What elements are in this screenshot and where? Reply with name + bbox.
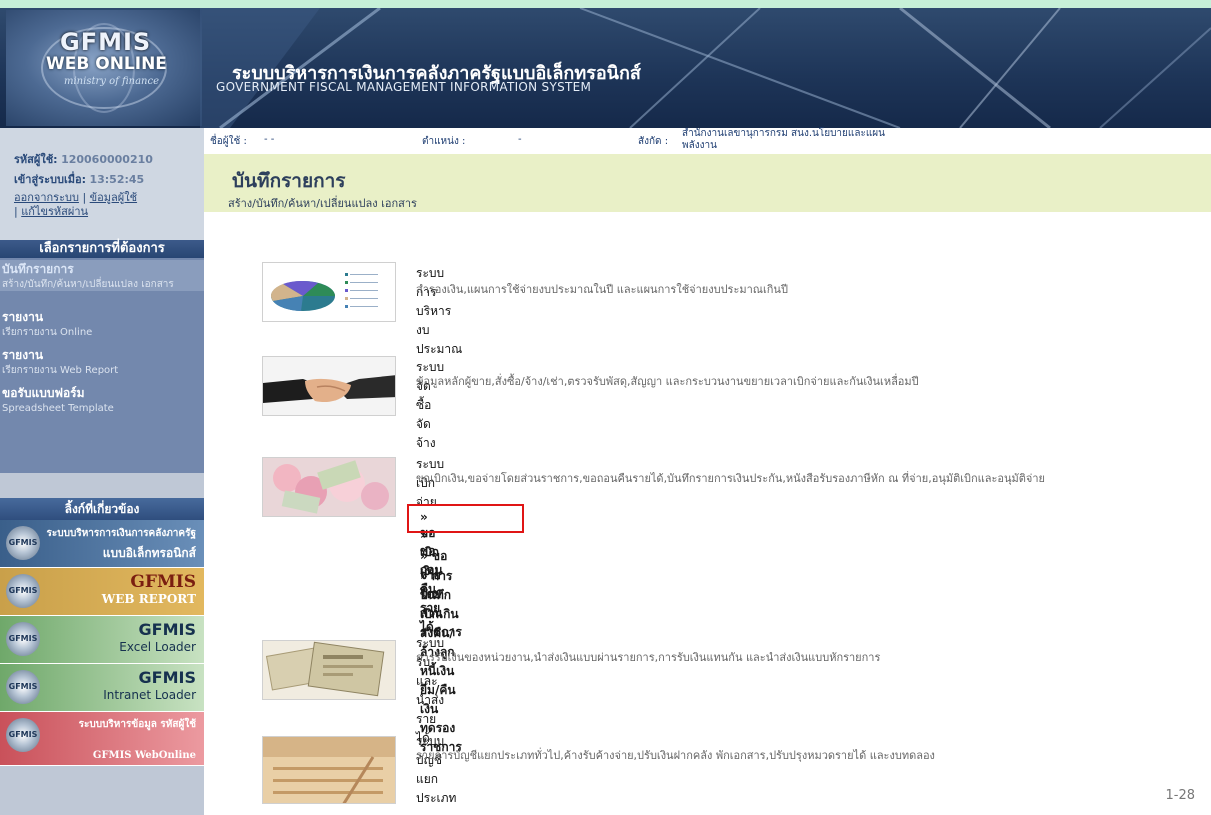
pie-chart-icon <box>263 263 395 321</box>
money-flowers-icon <box>263 458 395 516</box>
sidebar-item-sub: เรียกรายงาน Web Report <box>2 365 119 376</box>
user-id-label: รหัสผู้ใช้: <box>14 153 58 166</box>
sidebar-item-title: ขอรับแบบฟอร์ม <box>2 386 85 400</box>
gfmis-icon: GFMIS <box>6 670 40 704</box>
sidebar-item-sub: Spreadsheet Template <box>2 403 114 414</box>
banner-user-management[interactable]: GFMIS ระบบบริหารข้อมูล รหัสผู้ใช้ GFMIS … <box>0 712 204 766</box>
logo-webonline-text: WEB ONLINE <box>46 54 167 74</box>
banner-excel-loader[interactable]: GFMIS GFMIS Excel Loader <box>0 616 204 664</box>
position-value: - <box>518 134 522 145</box>
sidebar-item-web-report[interactable]: รายงาน เรียกรายงาน Web Report <box>0 346 204 377</box>
sidebar-item-sub: เรียกรายงาน Online <box>2 327 93 338</box>
module-description: การรับเงินของหน่วยงาน,นำส่งเงินแบบผ่านรา… <box>416 651 881 664</box>
user-profile-link[interactable]: ข้อมูลผู้ใช้ <box>90 191 137 204</box>
header-banner: GFMIS WEB ONLINE ministry of finance ระบ… <box>0 8 1211 128</box>
username-label: ชื่อผู้ใช้ : <box>210 136 247 147</box>
login-time-row: เข้าสู่ระบบเมื่อ: 13:52:45 <box>14 170 144 188</box>
banner-line1: ระบบบริหารการเงินการคลังภาครัฐ <box>46 528 196 539</box>
banknotes-image[interactable] <box>262 640 396 700</box>
department-value: สำนักงานเลขานุการกรม สนง.นโยบายและแผนพลั… <box>682 128 885 151</box>
change-password-link[interactable]: แก้ไขรหัสผ่าน <box>21 205 88 218</box>
banner-line2: Intranet Loader <box>103 688 196 702</box>
banner-intranet-loader[interactable]: GFMIS GFMIS Intranet Loader <box>0 664 204 712</box>
user-id-row: รหัสผู้ใช้: 120060000210 <box>14 150 153 168</box>
module-description: สำรองเงิน,แผนการใช้จ่ายงบประมาณในปี และแ… <box>416 283 788 296</box>
pie-chart-image[interactable] <box>262 262 396 322</box>
top-strip <box>0 0 1211 8</box>
logo-ministry-text: ministry of finance <box>64 76 160 87</box>
highlight-box <box>407 504 524 533</box>
sidebar-menu: บันทึกรายการ สร้าง/บันทึก/ค้นหา/เปลี่ยนแ… <box>0 258 204 473</box>
money-flowers-image[interactable] <box>262 457 396 517</box>
sidebar-item-title: รายงาน <box>2 310 44 324</box>
password-row: | แก้ไขรหัสผ่าน <box>14 202 88 220</box>
login-time-label: เข้าสู่ระบบเมื่อ: <box>14 173 86 186</box>
module-title[interactable]: ระบบจัดซื้อจัดจ้าง <box>416 358 444 453</box>
gfmis-icon: GFMIS <box>6 526 40 560</box>
sidebar-item-report-online[interactable]: รายงาน เรียกรายงาน Online <box>0 308 204 339</box>
user-info-panel: รหัสผู้ใช้: 120060000210 เข้าสู่ระบบเมื่… <box>0 128 204 240</box>
banner-line2: แบบอิเล็กทรอนิกส์ <box>102 546 196 560</box>
sidebar-item-title: บันทึกรายการ <box>2 262 74 276</box>
sidebar-item-record[interactable]: บันทึกรายการ สร้าง/บันทึก/ค้นหา/เปลี่ยนแ… <box>0 260 204 291</box>
system-title-english: GOVERNMENT FISCAL MANAGEMENT INFORMATION… <box>216 80 592 94</box>
page-number: 1-28 <box>1165 788 1195 803</box>
banner-line2: WEB REPORT <box>101 592 196 606</box>
banner-line1: GFMIS <box>130 572 196 592</box>
page-title: บันทึกรายการ <box>232 170 346 192</box>
module-description: รายการบัญชีแยกประเภททั่วไป,ค้างรับค้างจ่… <box>416 749 935 762</box>
banner-line1: GFMIS <box>138 668 196 687</box>
banner-line1: ระบบบริหารข้อมูล รหัสผู้ใช้ <box>78 719 196 730</box>
handshake-image[interactable] <box>262 356 396 416</box>
banner-line2: GFMIS WebOnline <box>92 750 196 761</box>
module-title[interactable]: ระบบบัญชีแยกประเภท <box>416 732 456 808</box>
gfmis-icon: GFMIS <box>6 574 40 608</box>
ledger-image[interactable] <box>262 736 396 804</box>
gfmis-icon: GFMIS <box>6 622 40 656</box>
page-subtitle: สร้าง/บันทึก/ค้นหา/เปลี่ยนแปลง เอกสาร <box>228 197 417 210</box>
left-sidebar: รหัสผู้ใช้: 120060000210 เข้าสู่ระบบเมื่… <box>0 128 204 815</box>
sidebar-item-title: รายงาน <box>2 348 44 362</box>
user-status-bar: ชื่อผู้ใช้ : - - ตำแหน่ง : - สังกัด : สำ… <box>204 128 1211 154</box>
banknotes-icon <box>263 641 395 699</box>
link-separator: | <box>14 205 18 218</box>
username-value: - - <box>264 134 275 145</box>
module-title[interactable]: ระบบการบริหารงบประมาณ <box>416 264 462 359</box>
page-title-bar: บันทึกรายการ สร้าง/บันทึก/ค้นหา/เปลี่ยนแ… <box>204 154 1211 212</box>
gfmis-icon: GFMIS <box>6 718 40 752</box>
module-description: ขอเบิกเงิน,ขอจ่ายโดยส่วนราชการ,ขอถอนคืนร… <box>416 472 1045 485</box>
user-id-value: 120060000210 <box>61 153 153 166</box>
position-label: ตำแหน่ง : <box>422 136 466 147</box>
module-description: ข้อมูลหลักผู้ขาย,สั่งซื้อ/จ้าง/เช่า,ตรวจ… <box>416 375 919 388</box>
handshake-icon <box>263 357 395 415</box>
logo-gfmis-text: GFMIS <box>60 28 152 56</box>
ledger-icon <box>263 737 395 803</box>
login-time-value: 13:52:45 <box>89 173 145 186</box>
banner-line1: GFMIS <box>138 620 196 639</box>
sidebar-item-sub: สร้าง/บันทึก/ค้นหา/เปลี่ยนแปลง เอกสาร <box>2 279 174 290</box>
gfmis-logo[interactable]: GFMIS WEB ONLINE ministry of finance <box>6 10 202 126</box>
related-links-header: ลิ้งก์ที่เกี่ยวข้อง <box>0 498 204 520</box>
menu-header: เลือกรายการที่ต้องการ <box>0 240 204 258</box>
banner-gfmis-web-report[interactable]: GFMIS GFMIS WEB REPORT <box>0 568 204 616</box>
banner-gfmis-system[interactable]: GFMIS ระบบบริหารการเงินการคลังภาครัฐ แบบ… <box>0 520 204 568</box>
sidebar-item-forms[interactable]: ขอรับแบบฟอร์ม Spreadsheet Template <box>0 384 204 415</box>
department-label: สังกัด : <box>638 136 669 147</box>
banner-line2: Excel Loader <box>119 640 196 654</box>
